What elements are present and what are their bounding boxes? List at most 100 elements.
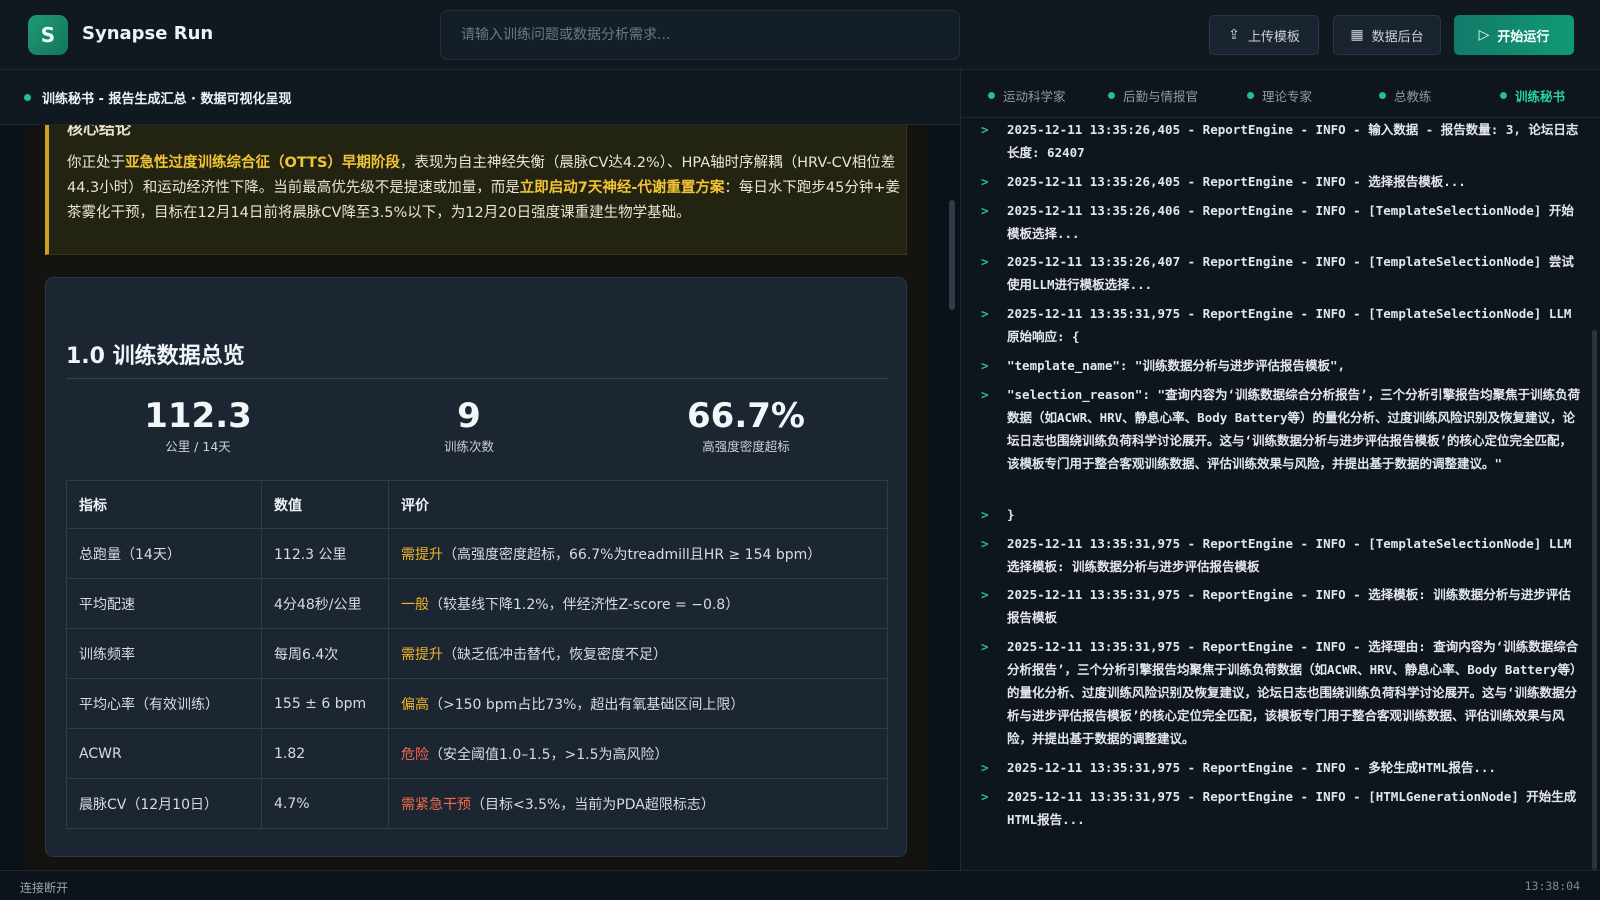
status-dot-icon <box>1108 92 1115 99</box>
log-text: 2025-12-11 13:35:31,975 - ReportEngine -… <box>1007 306 1572 344</box>
tab-theory-expert[interactable]: 理论专家 <box>1247 86 1312 105</box>
evaluation-note: （目标<3.5%，当前为PDA超限标志） <box>471 796 715 813</box>
tab-training-secretary[interactable]: 训练秘书 <box>1500 86 1565 105</box>
log-line: >2025-12-11 13:35:26,407 - ReportEngine … <box>981 250 1581 296</box>
stat-intensity: 66.7% 高强度密度超标 <box>646 396 846 455</box>
play-icon: ▷ <box>1478 27 1490 43</box>
cell-evaluation: 需紧急干预（目标<3.5%，当前为PDA超限标志） <box>388 778 888 829</box>
search-input[interactable] <box>440 10 960 60</box>
chevron-right-icon: > <box>981 507 989 522</box>
cell-evaluation: 需提升（缺乏低冲击替代，恢复密度不足） <box>388 628 888 679</box>
table-header-row: 指标 数值 评价 <box>66 480 888 529</box>
table-row: 平均心率（有效训练） 155 ± 6 bpm 偏高（>150 bpm占比73%，超出… <box>66 678 888 729</box>
log-text: } <box>1007 507 1015 522</box>
log-line: >2025-12-11 13:35:31,975 - ReportEngine … <box>981 302 1581 348</box>
chevron-right-icon: > <box>981 358 989 373</box>
app-title: Synapse Run <box>82 23 214 44</box>
chevron-right-icon: > <box>981 536 989 551</box>
tab-head-coach[interactable]: 总教练 <box>1379 86 1432 105</box>
cell-metric: 平均心率（有效训练） <box>66 678 262 729</box>
tab-label: 后勤与情报官 <box>1123 89 1199 104</box>
log-text: 2025-12-11 13:35:31,975 - ReportEngine -… <box>1007 760 1496 775</box>
evaluation-note: （高强度密度超标，66.7%为treadmill且HR ≥ 154 bpm） <box>443 546 822 563</box>
stat-value: 112.3 <box>144 396 252 436</box>
cell-metric: ACWR <box>66 728 262 779</box>
summary-highlight-2: 立即启动7天神经-代谢重置方案 <box>519 180 725 196</box>
table-row: 平均配速 4分48秒/公里 一般（较基线下降1.2%，伴经济性Z-score = −… <box>66 578 888 629</box>
log-scrollbar[interactable] <box>1592 330 1597 870</box>
report-header: 训练秘书 - 报告生成汇总 · 数据可视化呈现 <box>0 70 960 125</box>
stat-label: 高强度密度超标 <box>702 439 790 454</box>
cell-metric: 训练频率 <box>66 628 262 679</box>
stat-distance: 112.3 公里 / 14天 <box>98 396 298 455</box>
tab-logistics-officer[interactable]: 后勤与情报官 <box>1108 86 1198 105</box>
chevron-right-icon: > <box>981 587 989 602</box>
metrics-table: 指标 数值 评价 总跑量（14天） 112.3 公里 需提升（高强度密度超标，66.… <box>66 480 888 829</box>
evaluation-note: （安全阈值1.0–1.5，>1.5为高风险） <box>429 746 669 763</box>
upload-template-button[interactable]: ⇪ 上传模板 <box>1209 15 1319 55</box>
summary-part-1: 你正处于 <box>67 155 125 171</box>
log-line: >2025-12-11 13:35:31,975 - ReportEngine … <box>981 583 1581 629</box>
overview-panel: 1.0 训练数据总览 112.3 公里 / 14天 9 训练次数 66.7% 高… <box>45 277 907 857</box>
app-logo: S <box>28 15 68 55</box>
evaluation-note: （缺乏低冲击替代，恢复密度不足） <box>443 646 667 663</box>
status-dot-icon <box>988 92 995 99</box>
chevron-right-icon: > <box>981 174 989 189</box>
log-line: >2025-12-11 13:35:26,406 - ReportEngine … <box>981 199 1581 245</box>
tab-sports-scientist[interactable]: 运动科学家 <box>988 86 1066 105</box>
header-value: 数值 <box>261 480 389 529</box>
header-metric: 指标 <box>66 480 262 529</box>
tab-label: 训练秘书 <box>1515 89 1566 104</box>
log-text: 2025-12-11 13:35:31,975 - ReportEngine -… <box>1007 536 1572 574</box>
report-content[interactable]: 核心结论 你正处于亚急性过度训练综合征（OTTS）早期阶段，表现为自主神经失衡（… <box>24 125 929 870</box>
data-backend-label: 数据后台 <box>1371 29 1424 45</box>
cell-value: 4分48秒/公里 <box>261 578 389 629</box>
stat-value: 66.7% <box>687 396 805 436</box>
chevron-right-icon: > <box>981 387 989 402</box>
evaluation-note: （较基线下降1.2%，伴经济性Z-score = −0.8） <box>429 596 740 613</box>
log-line: >2025-12-11 13:35:31,975 - ReportEngine … <box>981 785 1581 831</box>
stat-value: 9 <box>457 396 481 436</box>
log-output[interactable]: >2025-12-11 13:35:26,405 - ReportEngine … <box>961 118 1600 870</box>
log-line: >} <box>981 503 1581 526</box>
stat-sessions: 9 训练次数 <box>369 396 569 455</box>
chevron-right-icon: > <box>981 639 989 654</box>
chevron-right-icon: > <box>981 789 989 804</box>
log-text: 2025-12-11 13:35:31,975 - ReportEngine -… <box>1007 587 1571 625</box>
evaluation-tag: 需提升 <box>401 646 443 663</box>
grid-icon: ▦ <box>1350 27 1364 43</box>
chevron-right-icon: > <box>981 760 989 775</box>
table-body: 总跑量（14天） 112.3 公里 需提升（高强度密度超标，66.7%为treadm… <box>66 528 888 829</box>
tab-label: 理论专家 <box>1262 89 1313 104</box>
status-dot-icon <box>1379 92 1386 99</box>
cell-evaluation: 偏高（>150 bpm占比73%，超出有氧基础区间上限） <box>388 678 888 729</box>
log-line: > "template_name": "训练数据分析与进步评估报告模板", <box>981 354 1581 377</box>
cell-value: 4.7% <box>261 778 389 829</box>
cell-evaluation: 需提升（高强度密度超标，66.7%为treadmill且HR ≥ 154 bpm… <box>388 528 888 579</box>
start-run-label: 开始运行 <box>1497 29 1550 45</box>
log-line: >2025-12-11 13:35:31,975 - ReportEngine … <box>981 756 1581 779</box>
status-dot-icon <box>24 94 31 101</box>
connection-status: 连接断开 <box>20 881 69 895</box>
cell-metric: 晨脉CV（12月10日） <box>66 778 262 829</box>
log-line: >2025-12-11 13:35:26,405 - ReportEngine … <box>981 118 1581 164</box>
log-line: >2025-12-11 13:35:26,405 - ReportEngine … <box>981 170 1581 193</box>
summary-heading: 核心结论 <box>67 125 132 138</box>
report-header-title: 训练秘书 - 报告生成汇总 · 数据可视化呈现 <box>42 92 292 107</box>
cell-evaluation: 危险（安全阈值1.0–1.5，>1.5为高风险） <box>388 728 888 779</box>
status-bar: 连接断开 13:38:04 <box>0 870 1600 900</box>
start-run-button[interactable]: ▷ 开始运行 <box>1454 15 1574 55</box>
report-scrollbar[interactable] <box>949 200 955 310</box>
evaluation-note: （>150 bpm占比73%，超出有氧基础区间上限） <box>429 696 745 713</box>
table-row: 晨脉CV（12月10日） 4.7% 需紧急干预（目标<3.5%，当前为PDA超限标志… <box>66 778 888 829</box>
data-backend-button[interactable]: ▦ 数据后台 <box>1333 15 1441 55</box>
cell-metric: 总跑量（14天） <box>66 528 262 579</box>
log-text: 2025-12-11 13:35:31,975 - ReportEngine -… <box>1007 639 1579 746</box>
chevron-right-icon: > <box>981 122 989 137</box>
upload-icon: ⇪ <box>1228 27 1240 43</box>
log-text: 2025-12-11 13:35:31,975 - ReportEngine -… <box>1007 789 1577 827</box>
summary-highlight-1: 亚急性过度训练综合征（OTTS）早期阶段 <box>125 155 400 171</box>
chevron-right-icon: > <box>981 306 989 321</box>
log-text: 2025-12-11 13:35:26,405 - ReportEngine -… <box>1007 122 1579 160</box>
tab-label: 总教练 <box>1394 89 1432 104</box>
